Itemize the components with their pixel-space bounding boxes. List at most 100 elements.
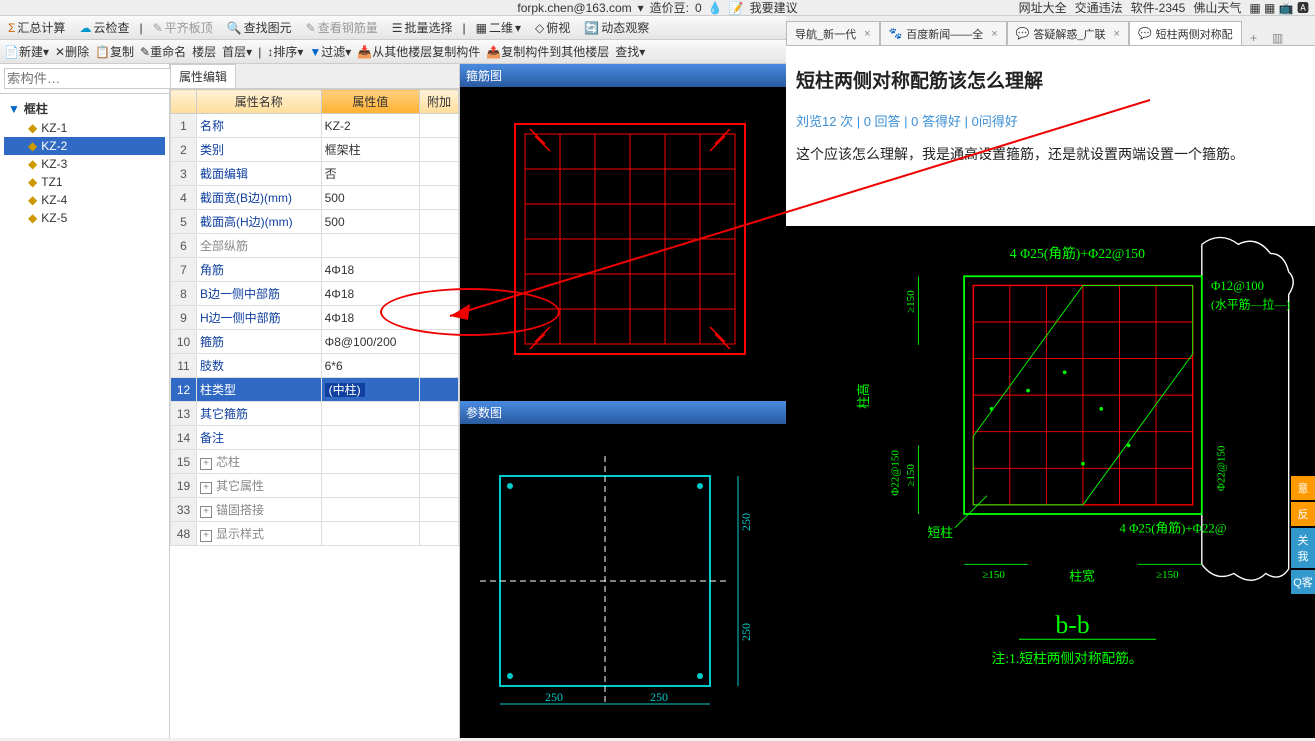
col-name: 属性名称 (197, 90, 322, 114)
svg-text:b-b: b-b (1056, 610, 1090, 639)
link-traffic[interactable]: 交通违法 (1075, 0, 1123, 16)
svg-text:(水平筋—拉—): (水平筋—拉—) (1211, 297, 1290, 311)
svg-text:短柱: 短柱 (928, 526, 954, 540)
close-icon[interactable]: × (1114, 28, 1120, 40)
property-row[interactable]: 2类别框架柱 (171, 138, 459, 162)
tab-property-edit[interactable]: 属性编辑 (170, 64, 236, 88)
question-meta: 刘览12 次 | 0 回答 | 0 答得好 | 0问得好 (796, 111, 1305, 130)
close-icon[interactable]: × (864, 28, 870, 40)
svg-text:250: 250 (739, 623, 753, 641)
property-row[interactable]: 6全部纵筋 (171, 234, 459, 258)
cad-preview: 箍筋图 参数图 (460, 64, 786, 738)
param-svg: 250 250 250 250 (460, 424, 786, 738)
svg-text:Φ12@100: Φ12@100 (1211, 279, 1264, 293)
component-tree-panel: 🔍 ▼框柱 ◆KZ-1 ◆KZ-2 ◆KZ-3 ◆TZ1 ◆KZ-4 ◆KZ-5 (0, 64, 170, 738)
tree: ▼框柱 ◆KZ-1 ◆KZ-2 ◆KZ-3 ◆TZ1 ◆KZ-4 ◆KZ-5 (0, 94, 169, 231)
property-table: 属性名称 属性值 附加 1名称KZ-22类别框架柱3截面编辑否4截面宽(B边)(… (170, 89, 459, 546)
property-row[interactable]: 11肢数6*6 (171, 354, 459, 378)
property-row[interactable]: 3截面编辑否 (171, 162, 459, 186)
property-row[interactable]: 12柱类型(中柱) (171, 378, 459, 402)
search-input[interactable] (4, 68, 187, 89)
tree-item[interactable]: ◆KZ-5 (4, 209, 165, 227)
feedback-widgets[interactable]: 意 反 关我 Q客 (1291, 476, 1315, 596)
btn-rebar[interactable]: ✎查看钢筋量 (302, 19, 382, 36)
tab-baidu[interactable]: 🐾百度新闻——全× (880, 21, 1007, 45)
tab-qa[interactable]: 💬答疑解惑_广联× (1007, 21, 1129, 45)
svg-text:Φ22@150: Φ22@150 (1216, 445, 1228, 491)
stirrup-svg (460, 87, 786, 401)
btn-new[interactable]: 📄新建▾ (4, 43, 49, 60)
property-row[interactable]: 14备注 (171, 426, 459, 450)
dd-floor[interactable]: 首层▾ (222, 43, 252, 60)
btn-align[interactable]: ✎平齐板顶 (149, 19, 217, 36)
col-value: 属性值 (321, 90, 420, 114)
tree-item[interactable]: ◆KZ-1 (4, 119, 165, 137)
svg-text:4 Φ25(角筋)+Φ22@: 4 Φ25(角筋)+Φ22@ (1120, 520, 1227, 535)
param-diagram-title: 参数图 (460, 401, 786, 424)
close-icon[interactable]: × (991, 28, 997, 40)
btn-search[interactable]: 查找▾ (615, 43, 645, 60)
property-row[interactable]: 9H边一侧中部筋4Φ18 (171, 306, 459, 330)
stirrup-diagram-title: 箍筋图 (460, 64, 786, 87)
svg-text:Φ22@150: Φ22@150 (889, 450, 901, 496)
tab-current[interactable]: 💬短柱两侧对称配 (1129, 21, 1242, 45)
question-title: 短柱两侧对称配筋该怎么理解 (796, 66, 1305, 93)
main-toolbar: Σ汇总计算 ☁云检查 | ✎平齐板顶 🔍查找图元 ✎查看钢筋量 ☰批量选择 | … (0, 16, 786, 40)
suggest-link[interactable]: 我要建议 (750, 0, 798, 16)
btn-top-view[interactable]: ◇俯视 (531, 19, 574, 36)
property-row[interactable]: 15+芯柱 (171, 450, 459, 474)
tree-item[interactable]: ◆KZ-3 (4, 155, 165, 173)
status-bar: forpk.chen@163.com ▾ 造价豆: 0 💧 📝 我要建议 网址大… (0, 0, 1315, 16)
property-row[interactable]: 5截面高(H边)(mm)500 (171, 210, 459, 234)
bean-icon: 💧 (708, 1, 723, 15)
btn-copy[interactable]: 📋复制 (95, 43, 134, 60)
property-row[interactable]: 8B边一侧中部筋4Φ18 (171, 282, 459, 306)
property-row[interactable]: 1名称KZ-2 (171, 114, 459, 138)
property-row[interactable]: 19+其它属性 (171, 474, 459, 498)
property-row[interactable]: 10箍筋Φ8@100/200 (171, 330, 459, 354)
btn-2d[interactable]: ▦二维▾ (472, 19, 525, 36)
property-row[interactable]: 4截面宽(B边)(mm)500 (171, 186, 459, 210)
btn-copy-to[interactable]: 📤复制构件到其他楼层 (486, 43, 609, 60)
property-row[interactable]: 7角筋4Φ18 (171, 258, 459, 282)
svg-text:≥150: ≥150 (905, 464, 917, 487)
col-extra: 附加 (420, 90, 459, 114)
svg-text:250: 250 (739, 513, 753, 531)
svg-text:≥150: ≥150 (982, 569, 1005, 581)
btn-rename[interactable]: ✎重命名 (140, 43, 186, 60)
property-row[interactable]: 48+显示样式 (171, 522, 459, 546)
btn-orbit[interactable]: 🔄动态观察 (580, 19, 653, 36)
svg-text:250: 250 (545, 690, 563, 704)
svg-text:≥150: ≥150 (905, 290, 917, 313)
property-row[interactable]: 33+锚固搭接 (171, 498, 459, 522)
btn-floor[interactable]: 楼层 (192, 43, 216, 60)
btn-copy-from[interactable]: 📥从其他楼层复制构件 (357, 43, 480, 60)
tab-list[interactable]: ▥ (1266, 31, 1290, 45)
web-content: 短柱两侧对称配筋该怎么理解 刘览12 次 | 0 回答 | 0 答得好 | 0问… (786, 46, 1315, 738)
tab-add[interactable]: + (1242, 31, 1266, 45)
svg-text:柱高: 柱高 (856, 383, 871, 409)
svg-text:≥150: ≥150 (1156, 569, 1179, 581)
btn-cloud[interactable]: ☁云检查 (75, 19, 133, 36)
btn-sort[interactable]: ↕排序▾ (267, 43, 303, 60)
link-weather[interactable]: 佛山天气 (1193, 0, 1241, 16)
tree-item[interactable]: ◆KZ-4 (4, 191, 165, 209)
beans-label: 造价豆: (650, 0, 689, 16)
toolbar-icons[interactable]: ▦ ▦ 📺 🅰 (1249, 0, 1309, 16)
tab-nav[interactable]: 导航_新一代× (786, 21, 880, 45)
tree-item[interactable]: ◆TZ1 (4, 173, 165, 191)
column-section-drawing: 4 Φ25(角筋)+Φ22@150 Φ12@100 (水平筋—拉—) 4 Φ25… (786, 226, 1315, 738)
svg-text:4 Φ25(角筋)+Φ22@150: 4 Φ25(角筋)+Φ22@150 (1010, 245, 1145, 262)
btn-sum[interactable]: Σ汇总计算 (4, 19, 69, 36)
btn-batch[interactable]: ☰批量选择 (388, 19, 457, 36)
user-email[interactable]: forpk.chen@163.com (517, 1, 631, 15)
btn-find[interactable]: 🔍查找图元 (223, 19, 296, 36)
btn-filter[interactable]: ▼过滤▾ (309, 43, 351, 60)
edit-toolbar: 📄新建▾ ✕删除 📋复制 ✎重命名 楼层 首层▾ | ↕排序▾ ▼过滤▾ 📥从其… (0, 40, 786, 64)
property-row[interactable]: 13其它箍筋 (171, 402, 459, 426)
link-software[interactable]: 软件-2345 (1131, 0, 1186, 16)
btn-delete[interactable]: ✕删除 (55, 43, 89, 60)
link-sites[interactable]: 网址大全 (1019, 0, 1067, 16)
tree-item-selected[interactable]: ◆KZ-2 (4, 137, 165, 155)
tree-root[interactable]: ▼框柱 (4, 98, 165, 119)
